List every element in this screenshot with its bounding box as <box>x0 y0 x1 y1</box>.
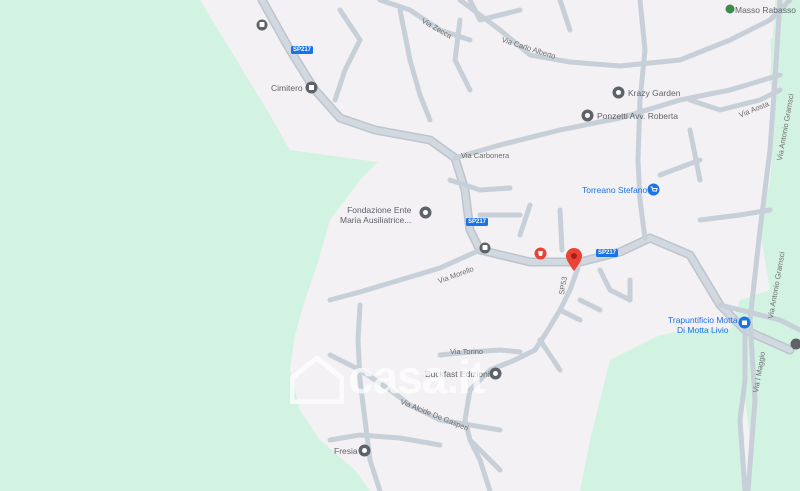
road-sp53-north <box>557 207 565 253</box>
label-fondazione[interactable]: Fondazione Ente Maria Ausiliatrice... <box>340 205 411 226</box>
house-logo-icon <box>290 356 344 404</box>
poi-icon-krazy-garden[interactable] <box>612 86 625 99</box>
label-krazy-garden[interactable]: Krazy Garden <box>628 89 680 98</box>
shield-sp217-north: SP217 <box>291 46 314 54</box>
label-masso-rabasso[interactable]: Masso Rabasso <box>735 6 796 15</box>
bus-stop-icon-east[interactable] <box>790 338 800 350</box>
watermark-text: casa.it <box>348 351 485 403</box>
casa-it-watermark: casa.it <box>290 352 520 406</box>
shopping-cart-icon[interactable] <box>647 183 660 196</box>
label-ponzetti[interactable]: Ponzetti Avv. Roberta <box>597 112 678 121</box>
shop-icon-trapuntificio[interactable] <box>738 316 751 329</box>
poi-icon-masso-rabasso[interactable] <box>725 4 735 14</box>
map-canvas[interactable]: Masso Rabasso Via Zecca Via Carlo Albert… <box>0 0 800 491</box>
restaurant-icon[interactable] <box>534 247 547 260</box>
map-base-layer <box>0 0 800 491</box>
bus-stop-icon-center[interactable] <box>479 242 491 254</box>
poi-icon-fresia[interactable] <box>358 444 371 457</box>
cemetery-icon[interactable] <box>305 81 318 94</box>
bus-stop-icon-north[interactable] <box>256 19 268 31</box>
road-label-via-carbonera: Via Carbonera <box>461 151 510 160</box>
shield-sp217-center: SP217 <box>466 218 489 226</box>
shield-sp217-east: SP217 <box>596 249 619 257</box>
label-torreano-stefano[interactable]: Torreano Stefano <box>582 186 647 195</box>
label-fresia[interactable]: Fresia <box>334 447 358 456</box>
label-trapuntificio[interactable]: Trapuntificio Motta Di Motta Livio <box>668 315 738 336</box>
poi-icon-fondazione[interactable] <box>419 206 432 219</box>
poi-icon-ponzetti[interactable] <box>581 109 594 122</box>
label-cimitero[interactable]: Cimitero <box>271 84 303 93</box>
location-pin-icon[interactable] <box>566 248 582 272</box>
